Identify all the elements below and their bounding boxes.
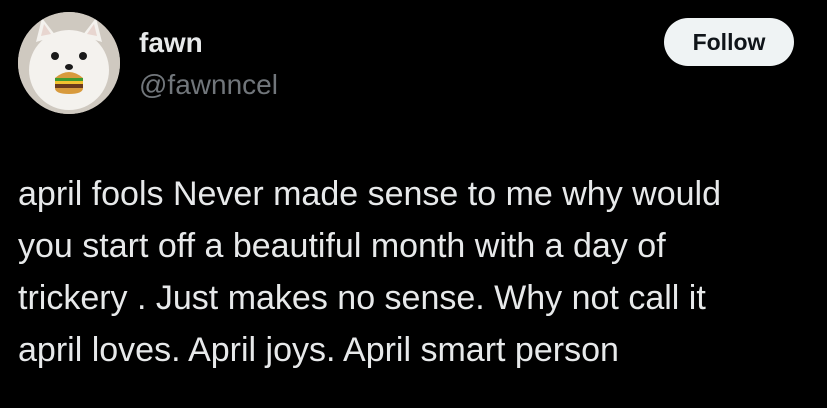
tweet-card: fawn @fawnncel Follow april fools Never … (0, 0, 827, 408)
user-handle[interactable]: @fawnncel (139, 68, 278, 102)
samoyed-avatar-icon (18, 12, 120, 114)
follow-button[interactable]: Follow (664, 18, 794, 66)
burger-icon (55, 72, 83, 94)
tweet-text-line: april loves. April joys. April smart per… (18, 331, 619, 369)
tweet-text-line: trickery . Just makes no sense. Why not … (18, 279, 706, 317)
tweet-text: april fools Never made sense to me why w… (18, 168, 818, 376)
tweet-text-line: you start off a beautiful month with a d… (18, 227, 666, 265)
display-name[interactable]: fawn (139, 26, 203, 60)
tweet-text-line: april fools Never made sense to me why w… (18, 175, 721, 213)
avatar[interactable] (18, 12, 120, 114)
